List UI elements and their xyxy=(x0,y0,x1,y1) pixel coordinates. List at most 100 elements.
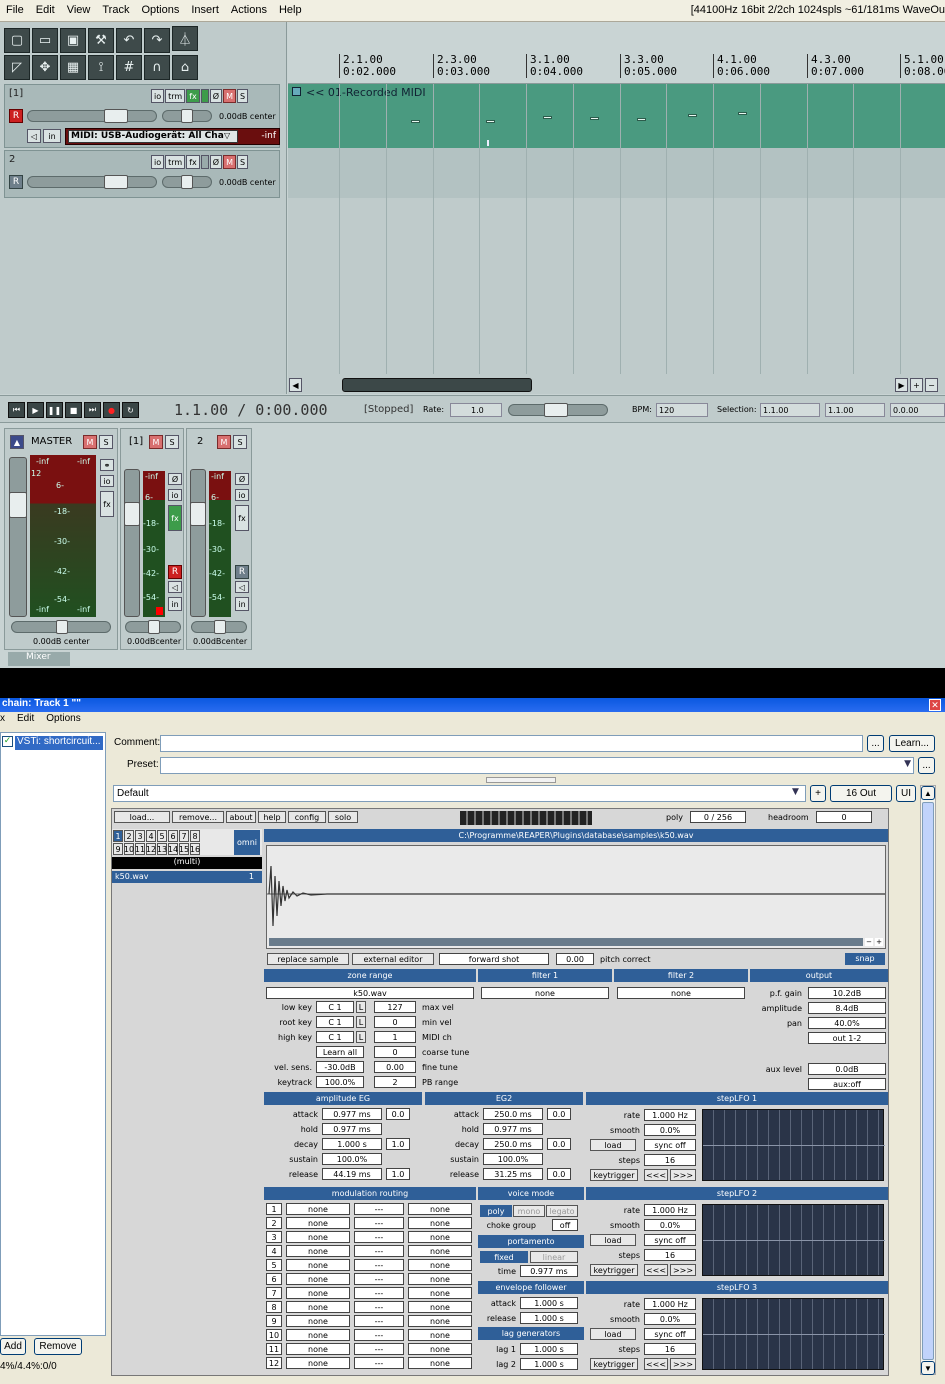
snap-grid-icon[interactable]: # xyxy=(116,55,142,80)
steplfo-1-keytrigger-button[interactable]: keytrigger xyxy=(590,1169,638,1181)
steplfo-3-smooth-value[interactable]: 0.0% xyxy=(644,1313,696,1325)
steplfo-1-steps-value[interactable]: 16 xyxy=(644,1154,696,1166)
strip-1-pan-slider[interactable] xyxy=(125,620,181,634)
zone-learn-button[interactable]: L xyxy=(356,1031,366,1043)
scroll-left-icon[interactable]: ◀ xyxy=(289,378,302,392)
save-project-icon[interactable]: ▣ xyxy=(60,28,86,53)
zoom-in-icon[interactable]: + xyxy=(875,938,883,946)
steplfo-1-smooth-value[interactable]: 0.0% xyxy=(644,1124,696,1136)
steplfo-3-prev-button[interactable]: <<< xyxy=(644,1358,668,1370)
steplfo-1-sync-select[interactable]: sync off xyxy=(644,1139,696,1151)
zone-param-value-2[interactable]: 0 xyxy=(374,1046,416,1058)
waveform-display[interactable]: − + xyxy=(266,845,886,949)
zone-param-value[interactable]: 100.0% xyxy=(316,1076,364,1088)
mod-destination-select[interactable]: none xyxy=(408,1315,472,1327)
strip-2-pan-knob[interactable] xyxy=(214,620,226,634)
midi-note[interactable] xyxy=(543,116,552,119)
zone-param-value[interactable]: C 1 xyxy=(316,1016,354,1028)
mono-icon[interactable]: ⚭ xyxy=(100,459,114,471)
strip-2-input[interactable]: in xyxy=(235,597,249,611)
speaker-icon[interactable]: ◁ xyxy=(235,581,249,593)
metronome-icon[interactable]: ⏃ xyxy=(172,26,198,51)
steplfo-3-keytrigger-button[interactable]: keytrigger xyxy=(590,1358,638,1370)
learn-button[interactable]: Learn... xyxy=(889,735,935,752)
output-param-value[interactable]: 40.0% xyxy=(808,1017,886,1029)
strip-1-fader[interactable] xyxy=(124,469,140,617)
master-up-arrow-icon[interactable]: ▲ xyxy=(10,435,24,449)
selection-start[interactable]: 1.1.00 xyxy=(760,403,820,417)
scrollbar-thumb[interactable] xyxy=(922,802,934,1360)
item-lock-icon[interactable]: ⟟ xyxy=(88,55,114,80)
program-select[interactable]: Default xyxy=(113,785,806,802)
rate-field[interactable]: 1.0 xyxy=(450,403,502,417)
track-1-volume-knob[interactable] xyxy=(104,109,128,123)
steplfo-1-load-button[interactable]: load xyxy=(590,1139,636,1151)
zone-param-value[interactable]: -30.0dB xyxy=(316,1061,364,1073)
menu-track[interactable]: Track xyxy=(96,0,135,22)
remove-fx-button[interactable]: Remove xyxy=(34,1338,82,1355)
track-1-trim-button[interactable]: trm xyxy=(165,89,186,103)
master-pan-slider[interactable] xyxy=(11,620,111,634)
mod-destination-select[interactable]: none xyxy=(408,1301,472,1313)
midi-note[interactable] xyxy=(411,120,420,123)
mod-amount-field[interactable]: --- xyxy=(354,1357,404,1369)
aux-output-select[interactable]: aux:off xyxy=(808,1078,886,1090)
mod-destination-select[interactable]: none xyxy=(408,1273,472,1285)
repeat-icon[interactable]: ↻ xyxy=(122,402,139,418)
midi-note[interactable] xyxy=(688,114,697,117)
eg2-shape-value[interactable]: 0.0 xyxy=(547,1138,571,1150)
track-1-phase-button[interactable]: Ø xyxy=(209,89,223,103)
mod-amount-field[interactable]: --- xyxy=(354,1315,404,1327)
mod-amount-field[interactable]: --- xyxy=(354,1301,404,1313)
eg2-shape-value[interactable]: 0.0 xyxy=(547,1108,571,1120)
master-fx-button[interactable]: fx xyxy=(100,491,114,517)
strip-1-input[interactable]: in xyxy=(168,597,182,611)
strip-2-mute[interactable]: M xyxy=(217,435,231,449)
amp-eg-shape-value[interactable]: 0.0 xyxy=(386,1108,410,1120)
track-2-record-arm[interactable]: R xyxy=(9,175,23,189)
chevron-down-icon[interactable]: ▼ xyxy=(792,787,799,797)
mod-amount-field[interactable]: --- xyxy=(354,1343,404,1355)
speaker-icon[interactable]: ◁ xyxy=(27,129,41,143)
mod-destination-select[interactable]: none xyxy=(408,1259,472,1271)
strip-2-solo[interactable]: S xyxy=(233,435,247,449)
play-icon[interactable]: ▶ xyxy=(27,402,44,418)
track-1-fx-button[interactable]: fx xyxy=(186,89,200,103)
track-1-solo-button[interactable]: S xyxy=(236,89,249,103)
ui-button[interactable]: UI xyxy=(896,785,916,802)
strip-1-io[interactable]: io xyxy=(168,489,182,501)
mod-destination-select[interactable]: none xyxy=(408,1203,472,1215)
grid-icon[interactable]: ▦ xyxy=(60,55,86,80)
portamento-linear-button[interactable]: linear xyxy=(530,1251,578,1263)
channel-button[interactable]: 5 xyxy=(157,830,167,842)
preferences-icon[interactable]: ⚒ xyxy=(88,28,114,53)
zone-param-value-2[interactable]: 0.00 xyxy=(374,1061,416,1073)
mod-destination-select[interactable]: none xyxy=(408,1245,472,1257)
steplfo-1-step-editor[interactable] xyxy=(702,1109,885,1181)
steplfo-2-load-button[interactable]: load xyxy=(590,1234,636,1246)
sc-about-button[interactable]: about xyxy=(226,811,256,823)
playmode-select[interactable]: forward shot xyxy=(439,953,549,965)
timeline-ruler[interactable]: 2.1.00 0:02.000 2.3.00 0:03.000 3.1.00 0:04… xyxy=(288,22,945,84)
master-fader[interactable] xyxy=(9,457,27,617)
track-2-solo-button[interactable]: S xyxy=(236,155,249,169)
master-mute-button[interactable]: M xyxy=(83,435,97,449)
mod-source-select[interactable]: none xyxy=(286,1259,350,1271)
sc-load-button[interactable]: load... xyxy=(114,811,170,823)
headroom-value[interactable]: 0 xyxy=(816,811,872,823)
channel-button[interactable]: 2 xyxy=(124,830,134,842)
channel-button[interactable]: 16 xyxy=(190,843,200,855)
steplfo-3-load-button[interactable]: load xyxy=(590,1328,636,1340)
zone-learn-button[interactable]: L xyxy=(356,1016,366,1028)
menu-help[interactable]: Help xyxy=(273,0,308,22)
track-1-input-label[interactable]: in xyxy=(43,129,61,143)
eg2-param-value[interactable]: 100.0% xyxy=(483,1153,543,1165)
portamento-fixed-button[interactable]: fixed xyxy=(480,1251,528,1263)
mod-amount-field[interactable]: --- xyxy=(354,1203,404,1215)
sc-solo-button[interactable]: solo xyxy=(328,811,358,823)
eg2-param-value[interactable]: 31.25 ms xyxy=(483,1168,543,1180)
amp-eg-param-value[interactable]: 1.000 s xyxy=(322,1138,382,1150)
track-1-io-button[interactable]: io xyxy=(151,89,165,103)
chevron-down-icon[interactable]: ▽ xyxy=(224,131,230,140)
mod-source-select[interactable]: none xyxy=(286,1301,350,1313)
